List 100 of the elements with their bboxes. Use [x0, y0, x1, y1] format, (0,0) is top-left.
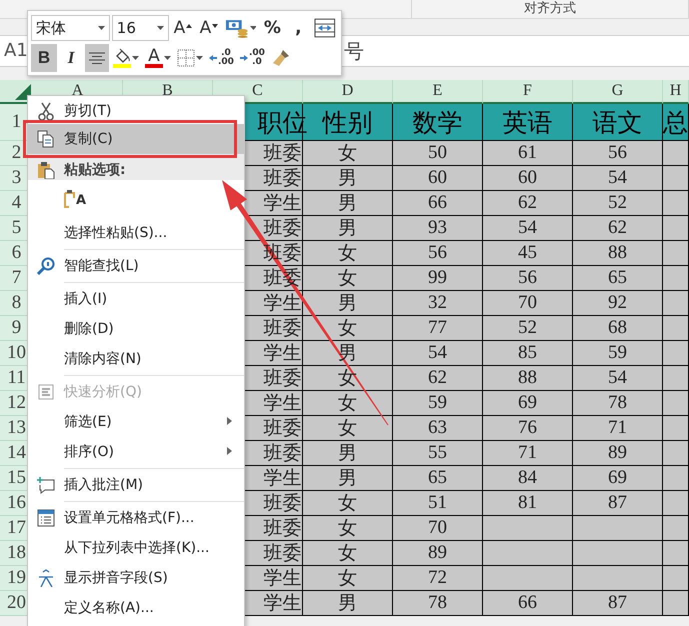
table-cell: 65	[393, 466, 483, 491]
table-cell: 女	[303, 516, 393, 541]
column-header[interactable]: D	[303, 80, 393, 104]
search-icon	[37, 257, 55, 275]
table-cell	[663, 166, 689, 191]
table-cell	[663, 366, 689, 391]
table-cell	[663, 491, 689, 516]
table-cell: 77	[393, 316, 483, 341]
caret-icon	[156, 26, 164, 30]
grow-font-button[interactable]: A	[170, 14, 195, 42]
font-color-button[interactable]: A	[143, 44, 173, 72]
header-cell: 英语	[483, 104, 573, 141]
table-cell: 99	[393, 266, 483, 291]
table-cell: 59	[573, 341, 663, 366]
table-cell: 62	[483, 191, 573, 216]
table-cell: 68	[573, 316, 663, 341]
table-cell: 男	[303, 291, 393, 316]
bold-button[interactable]: B	[31, 44, 57, 72]
table-cell: 男	[303, 166, 393, 191]
table-cell: 45	[483, 241, 573, 266]
table-cell: 女	[303, 566, 393, 591]
table-cell: 54	[573, 366, 663, 391]
column-header[interactable]: G	[573, 80, 663, 104]
scissors-icon	[37, 102, 55, 120]
table-cell: 女	[303, 241, 393, 266]
borders-icon	[177, 49, 195, 67]
table-cell: 87	[573, 591, 663, 616]
table-cell: 59	[393, 391, 483, 416]
column-header[interactable]: F	[483, 80, 573, 104]
table-cell	[663, 266, 689, 291]
table-cell: 56	[393, 241, 483, 266]
table-cell	[663, 216, 689, 241]
table-cell: 76	[483, 416, 573, 441]
table-cell: 71	[483, 441, 573, 466]
table-cell: 男	[303, 466, 393, 491]
table-cell: 60	[483, 166, 573, 191]
table-cell: 54	[573, 166, 663, 191]
caret-icon	[164, 56, 171, 60]
table-cell: 女	[303, 416, 393, 441]
table-cell: 89	[573, 441, 663, 466]
table-cell: 56	[573, 141, 663, 166]
header-cell: 语文	[573, 104, 663, 141]
menu-item[interactable]: 复制(C)	[28, 124, 244, 154]
table-cell: 61	[483, 141, 573, 166]
table-cell: 56	[483, 266, 573, 291]
column-header[interactable]: E	[393, 80, 483, 104]
table-cell: 60	[393, 166, 483, 191]
table-cell: 62	[393, 366, 483, 391]
increase-decimal-button[interactable]: .0 .00	[207, 44, 236, 72]
table-cell: 32	[393, 291, 483, 316]
table-cell: 69	[483, 391, 573, 416]
table-cell: 87	[573, 491, 663, 516]
header-cell: 数学	[393, 104, 483, 141]
decrease-decimal-button[interactable]: .00 .0	[238, 44, 267, 72]
caret-icon	[196, 56, 203, 60]
table-cell: 85	[483, 341, 573, 366]
format-cells-icon	[37, 509, 55, 527]
table-cell: 84	[483, 466, 573, 491]
font-select[interactable]: 宋体	[31, 15, 110, 41]
table-cell: 女	[303, 391, 393, 416]
name-box[interactable]: A1	[0, 36, 27, 66]
caret-icon	[132, 56, 139, 60]
table-cell: 女	[303, 316, 393, 341]
percent-button[interactable]: %	[260, 14, 284, 42]
right-arrow-icon	[240, 55, 248, 61]
column-header[interactable]: H	[663, 80, 689, 104]
table-cell: 66	[483, 591, 573, 616]
money-icon	[224, 18, 248, 38]
table-cell: 男	[303, 216, 393, 241]
table-cell: 63	[393, 416, 483, 441]
font-size-select[interactable]: 16	[112, 15, 169, 41]
table-cell: 女	[303, 491, 393, 516]
table-cell: 男	[303, 341, 393, 366]
submenu-arrow-icon	[227, 417, 232, 425]
formula-field[interactable]: 号	[342, 36, 689, 66]
italic-button[interactable]: I	[59, 44, 83, 72]
table-cell: 54	[393, 341, 483, 366]
table-cell: 52	[483, 316, 573, 341]
table-cell: 54	[483, 216, 573, 241]
table-cell	[663, 341, 689, 366]
table-cell: 男	[303, 441, 393, 466]
brush-icon	[270, 48, 291, 68]
table-cell	[663, 466, 689, 491]
table-cell	[663, 516, 689, 541]
table-cell: 男	[303, 591, 393, 616]
table-cell: 55	[393, 441, 483, 466]
comma-button[interactable]: ,	[286, 14, 310, 42]
table-cell: 81	[483, 491, 573, 516]
table-cell	[663, 316, 689, 341]
table-cell	[663, 441, 689, 466]
ribbon-group-label: 对齐方式	[524, 1, 576, 17]
table-cell: 女	[303, 366, 393, 391]
table-cell	[663, 191, 689, 216]
table-cell: 62	[573, 216, 663, 241]
table-cell: 93	[393, 216, 483, 241]
shrink-font-button[interactable]: A	[196, 14, 221, 42]
center-align-button[interactable]	[85, 44, 109, 72]
table-cell	[663, 541, 689, 566]
table-cell	[663, 566, 689, 591]
phonetic-icon	[37, 569, 55, 587]
